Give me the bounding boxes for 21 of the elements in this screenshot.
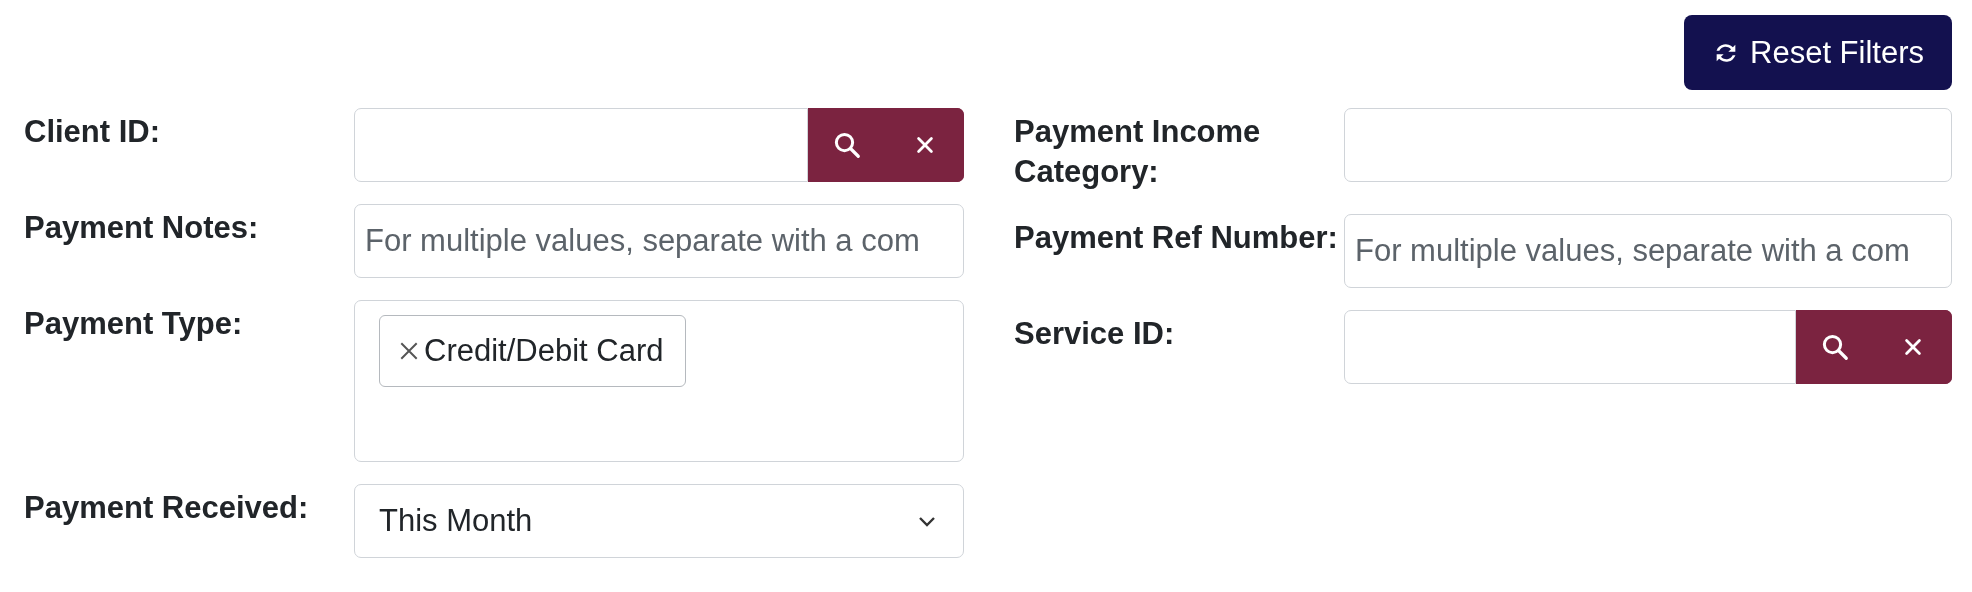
input-field[interactable]: For multiple values, separate with a com bbox=[1344, 214, 1952, 288]
remove-icon bbox=[398, 340, 420, 362]
search-icon bbox=[832, 130, 862, 160]
field-label: Client ID: bbox=[24, 113, 162, 151]
input-field[interactable] bbox=[1344, 310, 1796, 384]
input-field[interactable]: For multiple values, separate with a com bbox=[354, 204, 964, 278]
input-field[interactable] bbox=[1344, 108, 1952, 182]
field-label: Payment Ref Number: bbox=[1014, 219, 1339, 257]
field-label: Payment Received: bbox=[24, 489, 310, 527]
input-field[interactable] bbox=[354, 108, 808, 182]
close-icon bbox=[914, 134, 936, 156]
multi-select-field[interactable]: Credit/Debit Card bbox=[354, 300, 964, 462]
field-label: Payment Income Category: bbox=[1014, 113, 1262, 191]
close-icon bbox=[1902, 336, 1924, 358]
tag-chip[interactable]: Credit/Debit Card bbox=[379, 315, 687, 387]
field-label: Service ID: bbox=[1014, 315, 1176, 353]
field-label: Payment Notes: bbox=[24, 209, 260, 247]
select-dropdown[interactable]: This Month bbox=[354, 484, 964, 558]
field-label: Payment Type: bbox=[24, 305, 244, 343]
reset-filters-button[interactable]: Reset Filters bbox=[1684, 15, 1952, 90]
search-icon bbox=[1820, 332, 1850, 362]
